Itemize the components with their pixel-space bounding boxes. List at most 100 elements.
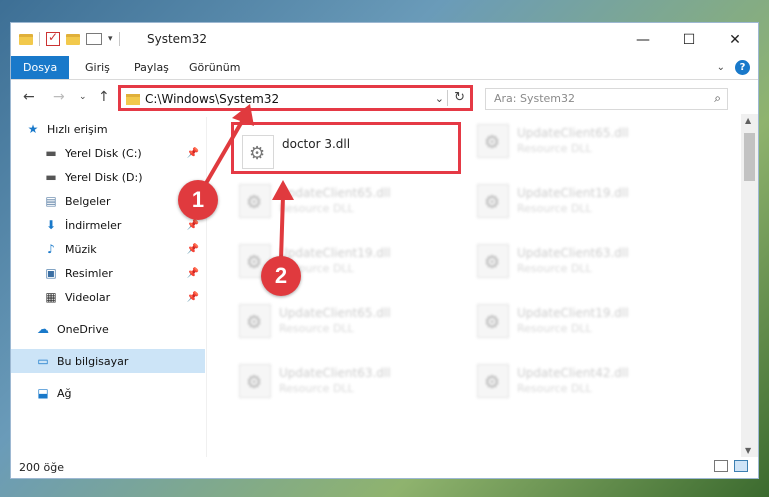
separator	[39, 32, 40, 46]
large-icons-view-icon[interactable]	[734, 460, 748, 472]
sidebar-item-label: Belgeler	[65, 194, 111, 208]
file-item-highlighted[interactable]: doctor 3.dll	[231, 122, 461, 174]
network-icon: ⬓	[37, 386, 49, 400]
scroll-down-icon[interactable]: ▼	[745, 446, 751, 455]
file-name: doctor 3.dll	[282, 137, 351, 151]
customize-icon[interactable]	[86, 33, 102, 45]
ribbon-right: ⌄ ?	[717, 60, 750, 75]
sidebar-item-label: Müzik	[65, 242, 97, 256]
file-type: Resource DLL	[517, 382, 592, 395]
details-view-icon[interactable]	[714, 460, 728, 472]
pin-icon: 📌	[186, 291, 199, 303]
file-name: UpdateClient19.dll	[517, 186, 629, 200]
music-icon: ♪	[47, 242, 55, 256]
sidebar-item-music[interactable]: ♪ Müzik 📌	[11, 237, 205, 261]
file-item[interactable]: UpdateClient63.dll Resource DLL	[469, 234, 699, 286]
sidebar-item-quick-access[interactable]: ★ Hızlı erişim	[11, 117, 205, 141]
computer-icon: ▭	[37, 354, 49, 368]
search-box[interactable]: Ara: System32 ⌕	[485, 88, 728, 110]
back-button[interactable]: ←	[23, 89, 35, 105]
file-item[interactable]: UpdateClient19.dll Resource DLL	[469, 294, 699, 346]
item-count: 200 öğe	[19, 461, 64, 474]
properties-check-icon[interactable]	[46, 30, 60, 46]
drive-icon: ▬	[45, 170, 57, 184]
help-icon[interactable]: ?	[735, 60, 750, 75]
file-type: Resource DLL	[517, 202, 592, 215]
drive-icon: ▬	[45, 146, 57, 160]
step-marker-1: 1	[178, 180, 218, 220]
file-name: UpdateClient65.dll	[279, 186, 391, 200]
folder-icon[interactable]	[19, 33, 33, 45]
search-input[interactable]: Ara: System32	[494, 92, 575, 105]
forward-button[interactable]: →	[53, 89, 65, 105]
dll-file-icon	[477, 124, 509, 158]
up-button[interactable]: ↑	[98, 89, 110, 105]
file-item[interactable]: UpdateClient65.dll Resource DLL	[231, 174, 461, 226]
address-path[interactable]: C:\Windows\System32	[145, 92, 279, 106]
file-name: UpdateClient19.dll	[279, 246, 391, 260]
file-name: UpdateClient63.dll	[517, 246, 629, 260]
quick-access-toolbar: ▾	[19, 30, 120, 46]
separator	[118, 32, 120, 46]
scroll-thumb[interactable]	[744, 133, 755, 181]
minimize-button[interactable]: —	[620, 23, 666, 56]
dll-file-icon	[477, 304, 509, 338]
separator	[447, 90, 448, 106]
sidebar-item-label: Yerel Disk (C:)	[65, 146, 142, 160]
file-name: UpdateClient42.dll	[517, 366, 629, 380]
sidebar-item-network[interactable]: ⬓ Ağ	[11, 381, 205, 405]
close-button[interactable]: ✕	[712, 23, 758, 56]
download-icon: ⬇	[45, 218, 57, 232]
pin-icon: 📌	[186, 267, 199, 279]
pin-icon: 📌	[186, 243, 199, 255]
window-title: System32	[147, 32, 208, 46]
new-folder-icon[interactable]	[66, 33, 80, 45]
scroll-up-icon[interactable]: ▲	[745, 116, 751, 125]
file-name: UpdateClient65.dll	[279, 306, 391, 320]
sidebar-item-label: Videolar	[65, 290, 111, 304]
file-type: Resource DLL	[517, 262, 592, 275]
tab-home[interactable]: Giriş	[85, 56, 110, 79]
file-name: UpdateClient65.dll	[517, 126, 629, 140]
tab-file[interactable]: Dosya	[11, 56, 70, 79]
maximize-button[interactable]: ☐	[666, 23, 712, 56]
sidebar-item-downloads[interactable]: ⬇ İndirmeler 📌	[11, 213, 205, 237]
search-icon[interactable]: ⌕	[714, 91, 721, 106]
tab-view[interactable]: Görünüm	[189, 56, 240, 79]
refresh-icon[interactable]: ↻	[454, 90, 465, 105]
tab-share[interactable]: Paylaş	[134, 56, 169, 79]
file-item[interactable]: UpdateClient65.dll Resource DLL	[231, 294, 461, 346]
qat-dropdown-icon[interactable]: ▾	[108, 34, 113, 44]
navigation-pane: ★ Hızlı erişim ▬ Yerel Disk (C:) 📌 ▬ Yer…	[11, 117, 205, 457]
sidebar-item-disk-c[interactable]: ▬ Yerel Disk (C:) 📌	[11, 141, 205, 165]
file-item[interactable]: UpdateClient42.dll Resource DLL	[469, 354, 699, 406]
dll-file-icon	[477, 244, 509, 278]
sidebar-item-disk-d[interactable]: ▬ Yerel Disk (D:)	[11, 165, 205, 189]
sidebar-item-pictures[interactable]: ▣ Resimler 📌	[11, 261, 205, 285]
sidebar-item-videos[interactable]: ▦ Videolar 📌	[11, 285, 205, 309]
file-name: UpdateClient63.dll	[279, 366, 391, 380]
pictures-icon: ▣	[45, 266, 57, 280]
explorer-window: ▾ System32 — ☐ ✕ Dosya Giriş Paylaş Görü…	[10, 22, 759, 479]
navigation-bar: ← → ⌄ ↑ C:\Windows\System32 ⌄ ↻ Ara: Sys…	[11, 81, 758, 114]
address-bar[interactable]: C:\Windows\System32 ⌄ ↻	[118, 85, 473, 111]
address-dropdown-icon[interactable]: ⌄	[435, 92, 444, 105]
file-item[interactable]: UpdateClient65.dll Resource DLL	[469, 114, 699, 166]
sidebar-item-documents[interactable]: ▤ Belgeler 📌	[11, 189, 205, 213]
vertical-scrollbar[interactable]: ▲ ▼	[741, 114, 758, 457]
file-type: Resource DLL	[279, 382, 354, 395]
sidebar-item-label: OneDrive	[57, 322, 109, 336]
file-item[interactable]: UpdateClient19.dll Resource DLL	[469, 174, 699, 226]
sidebar-item-onedrive[interactable]: ☁ OneDrive	[11, 317, 205, 341]
sidebar-item-label: Yerel Disk (D:)	[65, 170, 143, 184]
expand-ribbon-icon[interactable]: ⌄	[717, 62, 725, 73]
recent-dropdown-icon[interactable]: ⌄	[79, 92, 87, 102]
videos-icon: ▦	[45, 290, 57, 304]
file-item[interactable]: UpdateClient63.dll Resource DLL	[231, 354, 461, 406]
sidebar-item-label: Resimler	[65, 266, 113, 280]
sidebar-item-this-pc[interactable]: ▭ Bu bilgisayar	[11, 349, 205, 373]
file-type: Resource DLL	[517, 142, 592, 155]
dll-file-icon	[242, 135, 274, 169]
documents-icon: ▤	[45, 194, 57, 208]
window-controls: — ☐ ✕	[620, 23, 758, 56]
